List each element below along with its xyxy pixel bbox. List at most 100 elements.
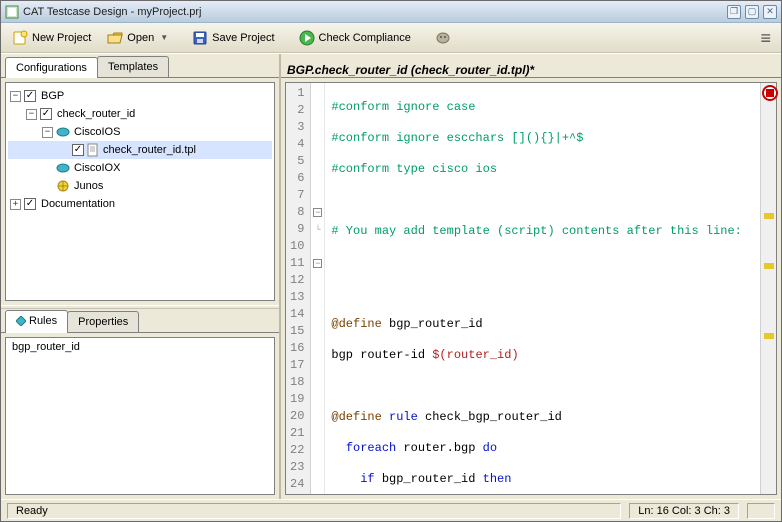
- left-panel: Configurations Templates − BGP − check_r…: [1, 54, 281, 499]
- save-project-label: Save Project: [212, 32, 274, 44]
- app-window: CAT Testcase Design - myProject.prj ❐ ▢ …: [0, 0, 782, 522]
- line-number: 3: [290, 119, 304, 136]
- checkbox[interactable]: [72, 144, 84, 156]
- line-number: 5: [290, 153, 304, 170]
- tree-node-cisco-iox[interactable]: CiscoIOX: [8, 159, 272, 177]
- tree-label: BGP: [41, 90, 64, 102]
- app-icon: [5, 5, 19, 19]
- overview-ruler[interactable]: [760, 83, 776, 494]
- restore-down-icon[interactable]: ❐: [727, 5, 741, 19]
- window-title: CAT Testcase Design - myProject.prj: [23, 6, 727, 18]
- config-tree[interactable]: − BGP − check_router_id − CiscoIOS: [5, 82, 275, 301]
- open-dropdown-icon[interactable]: ▼: [160, 33, 168, 42]
- extra-tool-button[interactable]: [428, 27, 458, 49]
- tree-node-documentation[interactable]: + Documentation: [8, 195, 272, 213]
- tab-configurations[interactable]: Configurations: [5, 57, 98, 78]
- tree-node-tpl-file[interactable]: check_router_id.tpl: [8, 141, 272, 159]
- fold-toggle-icon[interactable]: −: [313, 208, 322, 217]
- extra-tool-icon: [435, 31, 451, 45]
- collapse-icon[interactable]: −: [42, 127, 53, 138]
- check-compliance-button[interactable]: Check Compliance: [292, 26, 418, 50]
- tree-node-bgp[interactable]: − BGP: [8, 87, 272, 105]
- save-icon: [192, 30, 208, 46]
- tab-properties-label: Properties: [78, 316, 128, 328]
- window-controls: ❐ ▢ ✕: [727, 5, 777, 19]
- open-icon: [107, 30, 123, 46]
- list-item-label: bgp_router_id: [12, 341, 80, 353]
- tab-rules[interactable]: Rules: [5, 310, 68, 333]
- line-number-gutter: 123456789101112131415161718192021222324: [286, 83, 311, 494]
- tree-label: CiscoIOX: [74, 162, 120, 174]
- checkbox[interactable]: [24, 90, 36, 102]
- status-bar: Ready Ln: 16 Col: 3 Ch: 3: [1, 499, 781, 521]
- code-area[interactable]: #conform ignore case #conform ignore esc…: [325, 83, 760, 494]
- status-position: Ln: 16 Col: 3 Ch: 3: [629, 503, 739, 519]
- status-extra: [747, 503, 775, 519]
- tree-node-junos[interactable]: Junos: [8, 177, 272, 195]
- line-number: 13: [290, 289, 304, 306]
- save-project-button[interactable]: Save Project: [185, 26, 281, 50]
- tree-node-cisco-ios[interactable]: − CiscoIOS: [8, 123, 272, 141]
- line-number: 1: [290, 85, 304, 102]
- checkbox[interactable]: [24, 198, 36, 210]
- overview-marker[interactable]: [764, 263, 774, 269]
- tab-templates-label: Templates: [108, 61, 158, 73]
- fold-toggle-icon[interactable]: −: [313, 259, 322, 268]
- main-area: Configurations Templates − BGP − check_r…: [1, 53, 781, 499]
- line-number: 2: [290, 102, 304, 119]
- list-item[interactable]: bgp_router_id: [6, 338, 274, 356]
- left-bottom-panel: Rules Properties bgp_router_id: [1, 309, 279, 499]
- line-number: 11: [290, 255, 304, 272]
- open-button[interactable]: Open ▼: [100, 26, 175, 50]
- main-toolbar: New Project Open ▼ Save Project: [1, 23, 781, 53]
- overview-marker[interactable]: [764, 333, 774, 339]
- left-top-tabs: Configurations Templates: [1, 54, 279, 78]
- new-project-icon: [12, 30, 28, 46]
- tree-node-check-router-id[interactable]: − check_router_id: [8, 105, 272, 123]
- fold-gutter: − └ −: [311, 83, 325, 494]
- maximize-icon[interactable]: ▢: [745, 5, 759, 19]
- editor-title: BGP.check_router_id (check_router_id.tpl…: [287, 63, 534, 77]
- overflow-menu-icon[interactable]: ≡: [754, 33, 777, 43]
- line-number: 15: [290, 323, 304, 340]
- line-number: 6: [290, 170, 304, 187]
- tree-label: check_router_id.tpl: [103, 144, 196, 156]
- line-number: 22: [290, 442, 304, 459]
- rules-icon: [16, 316, 26, 326]
- status-message: Ready: [7, 503, 621, 519]
- expand-icon[interactable]: +: [10, 199, 21, 210]
- new-project-label: New Project: [32, 32, 91, 44]
- rules-list[interactable]: bgp_router_id: [5, 337, 275, 495]
- line-number: 24: [290, 476, 304, 493]
- editor-title-bar: BGP.check_router_id (check_router_id.tpl…: [281, 54, 781, 78]
- check-compliance-label: Check Compliance: [319, 32, 411, 44]
- line-number: 7: [290, 187, 304, 204]
- overview-marker[interactable]: [764, 213, 774, 219]
- line-number: 21: [290, 425, 304, 442]
- file-icon: [87, 143, 99, 157]
- collapse-icon[interactable]: −: [26, 109, 37, 120]
- tab-configurations-label: Configurations: [16, 62, 87, 74]
- line-number: 23: [290, 459, 304, 476]
- tree-label: check_router_id: [57, 108, 135, 120]
- line-number: 12: [290, 272, 304, 289]
- collapse-icon[interactable]: −: [10, 91, 21, 102]
- tree-label: CiscoIOS: [74, 126, 120, 138]
- checkbox[interactable]: [40, 108, 52, 120]
- close-icon[interactable]: ✕: [763, 5, 777, 19]
- error-indicator-icon[interactable]: [762, 85, 778, 101]
- tree-label: Documentation: [41, 198, 115, 210]
- device-icon: [56, 180, 70, 192]
- new-project-button[interactable]: New Project: [5, 26, 98, 50]
- line-number: 20: [290, 408, 304, 425]
- tab-properties[interactable]: Properties: [67, 311, 139, 332]
- open-label: Open: [127, 32, 154, 44]
- line-number: 9: [290, 221, 304, 238]
- tab-templates[interactable]: Templates: [97, 56, 169, 77]
- line-number: 14: [290, 306, 304, 323]
- title-bar: CAT Testcase Design - myProject.prj ❐ ▢ …: [1, 1, 781, 23]
- tab-rules-label: Rules: [29, 315, 57, 327]
- line-number: 17: [290, 357, 304, 374]
- code-editor[interactable]: 123456789101112131415161718192021222324 …: [285, 82, 777, 495]
- tree-label: Junos: [74, 180, 103, 192]
